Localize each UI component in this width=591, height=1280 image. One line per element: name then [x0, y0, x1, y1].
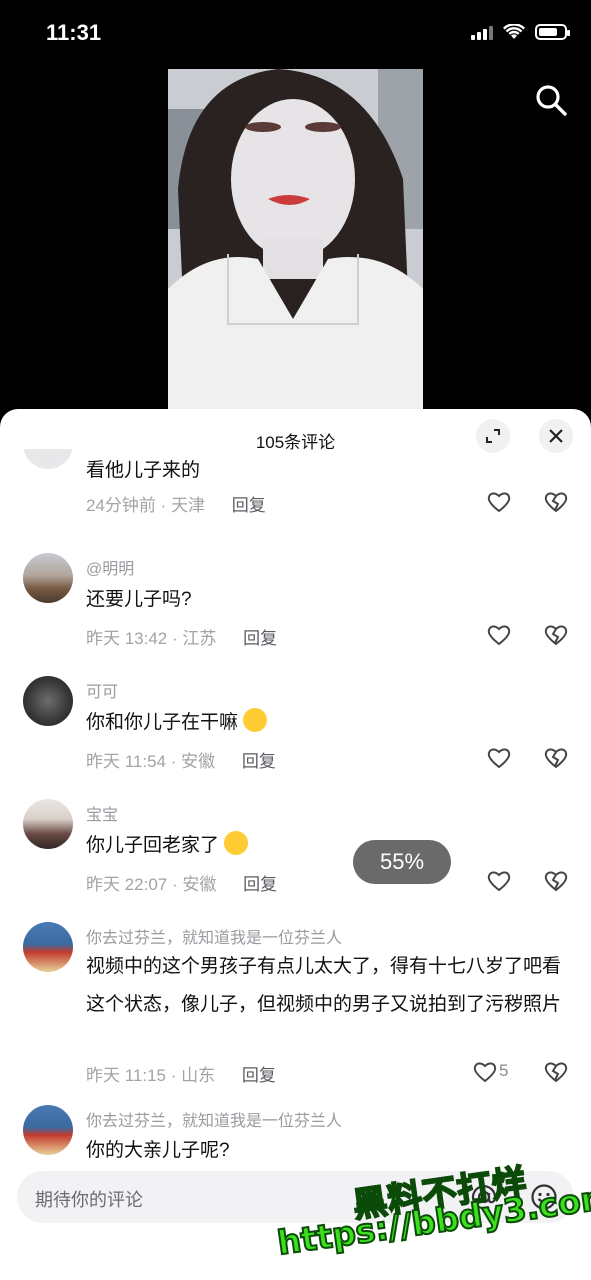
crying-laughing-emoji-icon: [243, 708, 268, 732]
avatar[interactable]: [23, 676, 73, 726]
status-icons: [471, 24, 570, 40]
comment-location: 山东: [181, 1066, 216, 1085]
meta-separator: ·: [170, 1066, 177, 1085]
meta-separator: ·: [172, 629, 178, 648]
comment-text-row: 你儿子回老家了: [86, 827, 576, 865]
dislike-heart-icon[interactable]: [543, 490, 569, 514]
comment-time: 昨天 22:07: [86, 875, 168, 894]
meta-separator: ·: [160, 496, 167, 515]
avatar[interactable]: [23, 449, 73, 469]
comment-text: 你儿子回老家了: [86, 835, 220, 856]
comment-text: 你和你儿子在干嘛: [86, 712, 239, 733]
wifi-icon: [503, 24, 525, 39]
avatar[interactable]: [23, 922, 73, 972]
comment-location: 安徽: [181, 752, 216, 771]
comment-meta: 昨天 13:42 · 江苏 回复: [86, 624, 277, 649]
close-button[interactable]: [539, 419, 573, 453]
commenter-name[interactable]: 你去过芬兰，就知道我是一位芬兰人: [86, 1107, 342, 1131]
reply-button[interactable]: 回复: [243, 629, 277, 648]
dislike-heart-icon[interactable]: [543, 746, 569, 770]
close-icon: [549, 429, 563, 443]
commenter-name[interactable]: 宝宝: [86, 801, 118, 825]
heart-icon[interactable]: [486, 490, 512, 514]
comment-location: 天津: [171, 496, 206, 515]
comment-text: 视频中的这个男孩子有点儿太大了，得有十七八岁了吧看这个状态，像儿子，但视频中的男…: [86, 956, 562, 1015]
status-time: 11:31: [46, 20, 102, 45]
comment-input-bar: 期待你的评论: [0, 1165, 591, 1280]
commenter-name[interactable]: 你去过芬兰，就知道我是一位芬兰人: [86, 924, 342, 948]
comment-location: 安徽: [182, 875, 217, 894]
comment-meta: 24分钟前 · 天津 回复: [86, 491, 266, 516]
comment-time: 24分钟前: [86, 496, 156, 515]
comment-text-row: 你和你儿子在干嘛: [86, 704, 576, 742]
search-icon[interactable]: [533, 82, 569, 118]
battery-level: [539, 28, 557, 36]
at-icon[interactable]: [470, 1183, 498, 1211]
battery-icon: [535, 24, 570, 40]
comment-text: 还要儿子吗?: [86, 589, 192, 610]
reply-button[interactable]: 回复: [243, 875, 277, 894]
comment-list[interactable]: 看他儿子来的 24分钟前 · 天津 回复 @明明 还要儿子吗? 昨天 13:42…: [0, 449, 591, 1165]
avatar[interactable]: [23, 553, 73, 603]
reply-button[interactable]: 回复: [242, 752, 276, 771]
heart-icon[interactable]: [472, 1060, 498, 1084]
comment-time: 昨天 11:54: [86, 752, 167, 771]
comment-meta: 昨天 11:54 · 安徽 回复: [86, 747, 276, 772]
like-count: 5: [499, 1061, 509, 1080]
comment-meta: 昨天 11:15 · 山东 回复: [86, 1061, 276, 1086]
comment-text: 你的大亲儿子呢?: [86, 1140, 230, 1161]
expand-button[interactable]: [476, 419, 510, 453]
comment-location: 江苏: [182, 629, 217, 648]
comment-time: 昨天 11:15: [86, 1066, 167, 1085]
comment-meta: 昨天 22:07 · 安徽 回复: [86, 870, 277, 895]
meta-separator: ·: [170, 752, 177, 771]
commenter-name[interactable]: @明明: [86, 555, 134, 579]
expand-icon: [486, 429, 500, 443]
comment-input[interactable]: 期待你的评论: [17, 1171, 574, 1223]
commenter-name[interactable]: 可可: [86, 678, 118, 702]
heart-icon[interactable]: [486, 623, 512, 647]
comment-text: 看他儿子来的: [86, 460, 201, 481]
reply-button[interactable]: 回复: [242, 1066, 276, 1085]
comment-time: 昨天 13:42: [86, 629, 168, 648]
video-frame[interactable]: [168, 69, 423, 409]
avatar[interactable]: [23, 799, 73, 849]
progress-badge: 55%: [353, 840, 451, 884]
reply-button[interactable]: 回复: [232, 496, 266, 515]
cellular-signal-icon: [471, 24, 493, 40]
grinning-emoji-icon: [224, 831, 249, 855]
heart-icon[interactable]: [486, 869, 512, 893]
avatar[interactable]: [23, 1105, 73, 1155]
dislike-heart-icon[interactable]: [543, 623, 569, 647]
comments-sheet: 105条评论 看他儿子来的 24分钟前 · 天津 回复 @明明 还要儿子吗? 昨…: [0, 409, 591, 1280]
status-bar: 11:31: [0, 0, 591, 70]
emoji-icon[interactable]: [530, 1183, 558, 1211]
dislike-heart-icon[interactable]: [543, 869, 569, 893]
dislike-heart-icon[interactable]: [543, 1060, 569, 1084]
meta-separator: ·: [172, 875, 178, 894]
video-thumbnail: [168, 69, 423, 409]
comment-input-placeholder: 期待你的评论: [35, 1190, 143, 1210]
heart-icon[interactable]: [486, 746, 512, 770]
